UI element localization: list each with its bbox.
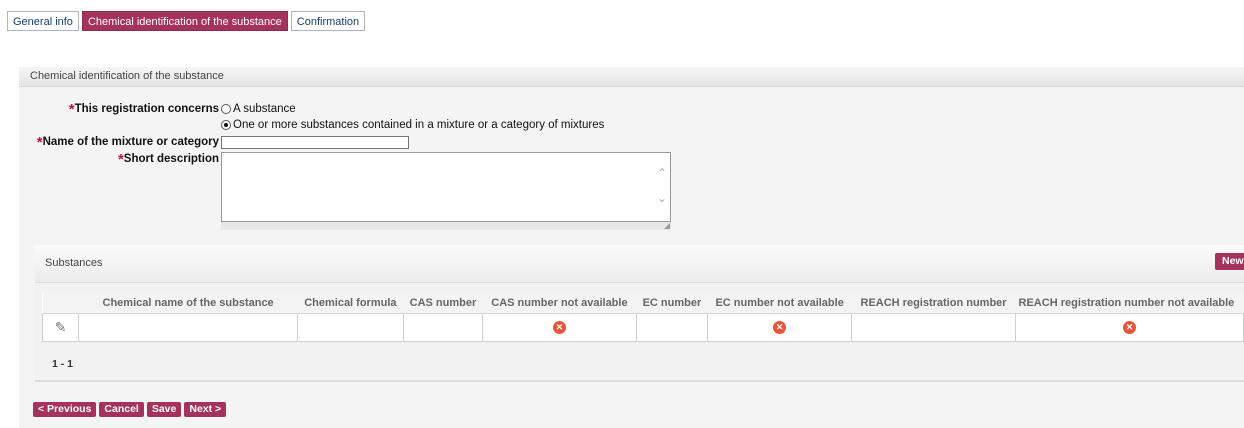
tab-general-info[interactable]: General info [7,11,79,31]
radio-option-substance[interactable]: A substance [221,103,296,115]
table-row[interactable]: ✎ ✕ ✕ ✕ [41,313,1244,342]
textarea-resize-bar: ◢ [221,222,671,230]
tab-bar: General info Chemical identification of … [7,11,366,31]
new-substance-button[interactable]: New [1215,253,1244,270]
radio-label: A substance [233,103,296,115]
save-button[interactable]: Save [146,402,182,417]
column-header-reach-not-available[interactable]: REACH registration number not available [1015,293,1244,314]
radio-button-selected[interactable] [221,120,231,130]
substances-title: Substances [35,245,1244,283]
resize-grip-icon[interactable]: ◢ [664,222,670,230]
column-header-chemical-name[interactable]: Chemical name of the substance [78,293,298,314]
column-header-cas-number[interactable]: CAS number [403,293,483,314]
column-header-ec-number[interactable]: EC number [636,293,708,314]
column-header-chemical-formula[interactable]: Chemical formula [297,293,404,314]
cell-ec-number [635,313,709,342]
cell-cas-number [402,313,484,342]
cell-chemical-formula [297,313,404,342]
tab-chemical-identification[interactable]: Chemical identification of the substance [81,11,288,31]
x-circle-icon: ✕ [1123,321,1137,334]
radio-button[interactable] [221,104,231,114]
substances-table: Chemical name of the substance Chemical … [41,293,1244,342]
registration-concerns-label: *This registration concerns [68,101,219,118]
mixture-name-input[interactable] [221,136,409,149]
wizard-buttons: < Previous Cancel Save Next > [33,402,227,417]
panel-title: Chemical identification of the substance [19,67,1244,87]
column-header-reach-number[interactable]: REACH registration number [851,293,1016,314]
previous-button[interactable]: < Previous [33,402,97,417]
pager-range: 1 - 1 [52,358,74,370]
radio-label: One or more substances contained in a mi… [233,119,605,131]
mixture-name-label: *Name of the mixture or category [36,134,219,151]
scroll-up-icon[interactable]: ⌃ [657,166,667,180]
cell-reach-number [851,313,1017,342]
table-header-row: Chemical name of the substance Chemical … [42,293,1244,314]
divider [35,380,1244,382]
column-header-cas-not-available[interactable]: CAS number not available [482,293,637,314]
cell-chemical-name [78,313,299,342]
short-description-textarea[interactable]: ⌃ ⌄ [221,152,671,222]
textarea-scrollbar[interactable]: ⌃ ⌄ [654,153,670,221]
radio-option-mixture[interactable]: One or more substances contained in a mi… [221,119,604,131]
cell-actions[interactable]: ✎ [41,313,80,342]
x-circle-icon: ✕ [552,321,566,334]
cancel-button[interactable]: Cancel [99,402,144,417]
x-circle-icon: ✕ [773,321,787,334]
cell-cas-not-available: ✕ [482,313,637,342]
column-header-ec-not-available[interactable]: EC number not available [707,293,852,314]
column-header-actions [42,293,79,314]
scroll-down-icon[interactable]: ⌄ [657,191,667,205]
edit-icon[interactable]: ✎ [55,319,67,336]
cell-reach-not-available: ✕ [1015,313,1244,342]
short-description-label: *Short description [117,151,219,168]
tab-confirmation[interactable]: Confirmation [290,11,366,31]
cell-ec-not-available: ✕ [707,313,853,342]
next-button[interactable]: Next > [184,402,227,417]
